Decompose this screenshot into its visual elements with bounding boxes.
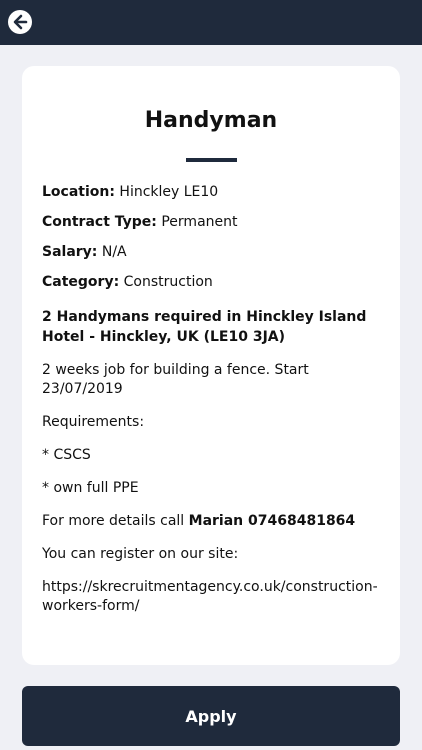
contact-line: For more details call Marian 07468481864 [42, 512, 380, 531]
location-value: Hinckley LE10 [119, 184, 219, 200]
contract-type-label: Contract Type: [42, 214, 157, 230]
category-label: Category: [42, 274, 120, 290]
job-headline: 2 Handymans required in Hinckley Island … [42, 309, 367, 345]
top-bar [0, 0, 422, 45]
back-button[interactable] [8, 10, 32, 34]
location-label: Location: [42, 184, 115, 200]
requirement-item: * CSCS [42, 447, 91, 463]
apply-button[interactable]: Apply [22, 686, 400, 746]
contact-prefix: For more details call [42, 513, 189, 529]
salary-value: N/A [101, 244, 127, 260]
location-row: Location: Hinckley LE10 [42, 183, 380, 201]
category-row: Category: Construction [42, 273, 380, 291]
salary-label: Salary: [42, 244, 98, 260]
contract-type-value: Permanent [161, 214, 238, 230]
title-divider [185, 158, 237, 162]
job-description: 2 weeks job for building a fence. Start … [42, 362, 309, 397]
register-text: You can register on our site: [42, 546, 239, 562]
contract-type-row: Contract Type: Permanent [42, 213, 380, 231]
arrow-left-circle-icon [13, 14, 28, 30]
requirements-label: Requirements: [42, 414, 145, 430]
contact-name-phone[interactable]: Marian 07468481864 [189, 513, 356, 529]
job-title: Handyman [144, 108, 278, 133]
job-details-card: Handyman Location: Hinckley LE10 Contrac… [22, 66, 400, 665]
salary-row: Salary: N/A [42, 243, 380, 261]
requirement-item: * own full PPE [42, 480, 139, 496]
category-value: Construction [123, 274, 213, 290]
register-url[interactable]: https://skrecruitmentagency.co.uk/constr… [42, 578, 380, 616]
